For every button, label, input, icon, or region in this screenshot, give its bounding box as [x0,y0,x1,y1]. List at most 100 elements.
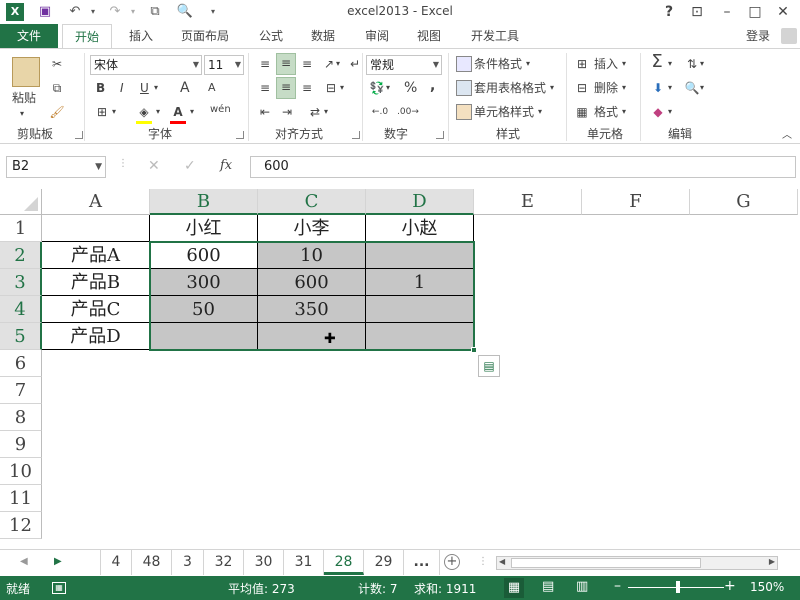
row-header-7[interactable]: 7 [0,377,42,404]
column-header-f[interactable]: F [582,189,690,215]
format-cells-button[interactable]: 格式 [594,103,618,121]
shrink-font-button[interactable]: A [208,79,216,97]
sheet-tab[interactable]: 29 [364,550,404,575]
percent-button[interactable]: % [404,79,417,97]
bold-button[interactable]: B [96,79,105,97]
enter-icon[interactable]: ✓ [184,158,196,174]
row-header-8[interactable]: 8 [0,404,42,431]
tab-formulas[interactable]: 公式 [250,24,292,49]
tab-insert[interactable]: 插入 [120,24,162,49]
align-right-icon[interactable]: ≡ [298,79,316,97]
cell-styles-icon[interactable] [456,104,472,120]
format-as-table-icon[interactable] [456,80,472,96]
chevron-down-icon[interactable]: ▼ [95,157,102,177]
tab-file[interactable]: 文件 [0,24,58,49]
help-button[interactable]: ? [658,2,680,22]
insert-function-button[interactable]: fx [220,158,232,173]
row-header-11[interactable]: 11 [0,485,42,512]
scroll-tabs-left-icon[interactable]: ◀ [20,556,28,567]
row-header-12[interactable]: 12 [0,512,42,539]
number-format-combo[interactable]: 常规 ▼ [366,55,442,75]
cell-styles-dropdown-icon[interactable]: ▾ [538,103,542,121]
sheet-tab[interactable]: 32 [204,550,244,575]
zoom-out-icon[interactable]: – [614,578,621,594]
conditional-format-dropdown-icon[interactable]: ▾ [526,55,530,73]
cell-b2[interactable]: 600 [150,242,258,269]
cell-b4[interactable]: 50 [150,296,258,323]
fill-handle[interactable] [471,347,477,353]
sheet-tab[interactable]: 3 [172,550,204,575]
cell-c5[interactable] [258,323,366,350]
conditional-format-button[interactable]: 条件格式 [474,55,522,73]
comma-button[interactable]: , [430,77,435,95]
font-color-dropdown-icon[interactable]: ▾ [190,103,194,121]
sheet-tab-active[interactable]: 28 [324,550,364,575]
cell-a4[interactable]: 产品C [42,296,150,323]
row-header-9[interactable]: 9 [0,431,42,458]
horizontal-scrollbar[interactable]: ◀ ▶ [496,556,778,570]
increase-indent-icon[interactable]: ⇥ [278,103,296,121]
cell-a2[interactable]: 产品A [42,242,150,269]
column-header-a[interactable]: A [42,189,150,215]
sheet-tab[interactable]: 4 [100,550,132,575]
paste-icon[interactable] [12,57,40,87]
cell-d2[interactable] [366,242,474,269]
zoom-level[interactable]: 150% [750,580,784,594]
scroll-thumb[interactable] [511,558,701,568]
delete-cells-icon[interactable]: ⊟ [574,79,590,97]
conditional-format-icon[interactable] [456,56,472,72]
scroll-tabs-right-icon[interactable]: ▶ [54,556,62,567]
row-header-1[interactable]: 1 [0,215,42,242]
sheet-tab[interactable]: 48 [132,550,172,575]
cell-a3[interactable]: 产品B [42,269,150,296]
normal-view-icon[interactable]: ▦ [504,578,524,598]
autosum-icon[interactable]: Σ [648,53,666,71]
close-button[interactable]: ✕ [772,2,794,22]
merge-dropdown-icon[interactable]: ▾ [340,79,344,97]
italic-button[interactable]: I [120,79,124,97]
more-sheets-button[interactable]: ... [404,550,440,575]
collapse-ribbon-icon[interactable]: ︿ [782,127,792,145]
column-header-e[interactable]: E [474,189,582,215]
increase-decimal-icon[interactable]: ←.0 [368,103,392,121]
accounting-format-icon[interactable]: 💱 [368,79,386,97]
find-select-dropdown-icon[interactable]: ▾ [700,79,704,97]
align-middle-icon[interactable]: ≡ [276,53,296,75]
zoom-slider-thumb[interactable] [676,581,680,593]
phonetic-button[interactable]: wén [210,101,231,119]
macro-record-icon[interactable]: ▦ [52,582,66,594]
decrease-decimal-icon[interactable]: .00→ [396,103,420,121]
insert-dropdown-icon[interactable]: ▾ [622,55,626,73]
format-cells-icon[interactable]: ▦ [574,103,590,121]
cell-a5[interactable]: 产品D [42,323,150,350]
orientation-dropdown-icon[interactable]: ▾ [336,55,340,73]
tab-review[interactable]: 审阅 [356,24,398,49]
column-header-c[interactable]: C [258,189,366,215]
quick-analysis-icon[interactable]: ▤ [478,355,500,377]
row-header-3[interactable]: 3 [0,269,42,296]
cell-styles-button[interactable]: 单元格样式 [474,103,534,121]
row-header-6[interactable]: 6 [0,350,42,377]
column-header-g[interactable]: G [690,189,798,215]
clear-dropdown-icon[interactable]: ▾ [668,103,672,121]
column-header-b[interactable]: B [150,189,258,215]
worksheet-grid[interactable]: A B C D E F G 1 2 3 4 5 6 7 8 9 10 11 12… [0,189,800,549]
tab-split-grip-icon[interactable]: ⋮ [478,556,488,567]
align-left-icon[interactable]: ≡ [256,79,274,97]
select-all-corner[interactable] [0,189,42,215]
cell-d4[interactable] [366,296,474,323]
cut-icon[interactable]: ✂ [48,55,66,73]
fill-color-icon[interactable]: ◈ [136,103,152,124]
font-size-combo[interactable]: 11 ▼ [204,55,244,75]
maximize-button[interactable]: □ [744,2,766,22]
insert-cells-icon[interactable]: ⊞ [574,55,590,73]
row-header-2[interactable]: 2 [0,242,42,269]
copy-button-icon[interactable]: ⧉ [48,79,66,97]
cell-a1[interactable] [42,215,150,242]
alignment-launcher-icon[interactable] [352,131,360,139]
borders-icon[interactable]: ⊞ [94,103,110,121]
cell-b3[interactable]: 300 [150,269,258,296]
format-painter-icon[interactable]: 🖌 [48,103,66,121]
tab-developer[interactable]: 开发工具 [462,24,528,49]
sheet-tab[interactable]: 30 [244,550,284,575]
